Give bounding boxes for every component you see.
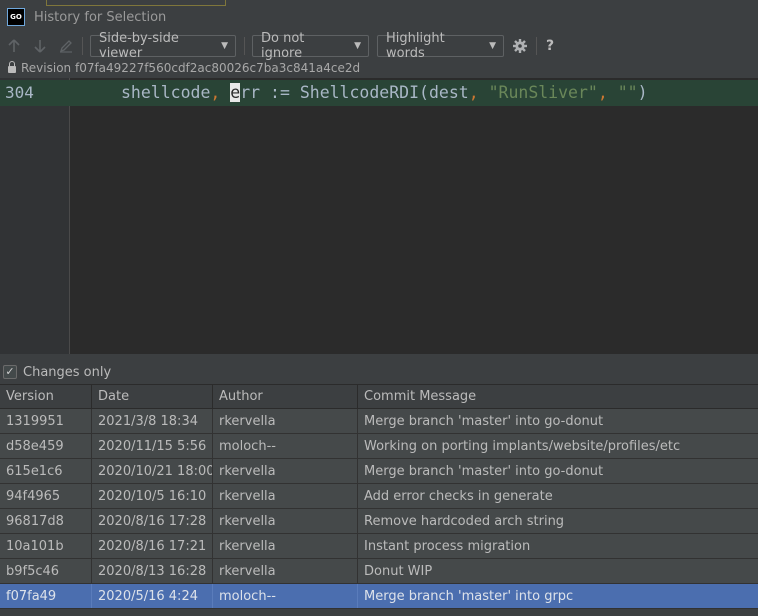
cell-commit-message: Merge branch 'master' into go-donut xyxy=(364,413,604,429)
viewer-mode-dropdown[interactable]: Side-by-side viewer ▼ xyxy=(90,31,236,61)
changes-only-label: Changes only xyxy=(23,364,112,380)
table-row[interactable]: f07fa49 2020/5/16 4:24 moloch-- Merge branc… xyxy=(0,584,758,609)
cell-version: 96817d8 xyxy=(0,509,92,533)
table-header: Version Date Author Commit Message xyxy=(0,384,758,409)
cell-commit-message: Merge branch 'master' into go-donut xyxy=(364,463,604,479)
cell-commit-message: Remove hardcoded arch string xyxy=(364,513,565,529)
edit-icon[interactable] xyxy=(58,38,74,54)
text-cursor: e xyxy=(230,83,241,102)
cell-date: 2020/10/5 16:10 xyxy=(92,484,213,508)
arrow-down-icon[interactable] xyxy=(32,38,48,54)
table-row[interactable]: 94f4965 2020/10/5 16:10 rkervella Add error… xyxy=(0,484,758,509)
highlight-mode-dropdown[interactable]: Highlight words ▼ xyxy=(377,31,504,61)
code-line[interactable]: shellcode, err := ShellcodeRDI(dest, "Ru… xyxy=(121,83,648,102)
code-token: , xyxy=(210,83,221,102)
lock-icon xyxy=(8,61,16,73)
code-token: , xyxy=(597,83,608,102)
cell-version: d58e459 xyxy=(0,434,92,458)
line-gutter xyxy=(0,78,70,354)
cell-date: 2020/11/15 5:56 xyxy=(92,434,213,458)
table-row[interactable]: b9f5c46 2020/8/13 16:28 rkervella Donut WIP xyxy=(0,559,758,584)
chevron-down-icon: ▼ xyxy=(221,41,228,51)
table-body: 1319951 2021/3/8 18:34 rkervella Merge bran… xyxy=(0,409,758,609)
cell-date: 2020/8/13 16:28 xyxy=(92,559,213,583)
cell-date: 2020/5/16 4:24 xyxy=(92,584,213,608)
code-token: ) xyxy=(637,83,648,102)
toolbar-separator xyxy=(82,37,83,55)
column-header-author[interactable]: Author xyxy=(213,385,358,408)
table-row[interactable]: 10a101b 2020/8/16 17:21 rkervella Instant p… xyxy=(0,534,758,559)
cell-author: moloch-- xyxy=(213,434,358,458)
cell-author: rkervella xyxy=(213,559,358,583)
cell-author: rkervella xyxy=(213,484,358,508)
help-icon[interactable]: ? xyxy=(542,38,558,54)
string-literal: "RunSliver" xyxy=(488,83,598,102)
cell-version: f07fa49 xyxy=(0,584,92,608)
table-row[interactable]: d58e459 2020/11/15 5:56 moloch-- Working on… xyxy=(0,434,758,459)
table-row[interactable]: 96817d8 2020/8/16 17:28 rkervella Remove ha… xyxy=(0,509,758,534)
chevron-down-icon: ▼ xyxy=(489,41,496,51)
cell-author: moloch-- xyxy=(213,584,358,608)
revision-bar: Revision f07fa49227f560cdf2ac80026c7ba3c… xyxy=(0,58,758,78)
cell-commit-message: Instant process migration xyxy=(364,538,531,554)
table-row[interactable]: 1319951 2021/3/8 18:34 rkervella Merge bran… xyxy=(0,409,758,434)
cell-date: 2020/8/16 17:28 xyxy=(92,509,213,533)
title-bar: GO History for Selection xyxy=(0,0,758,34)
ignore-whitespace-dropdown[interactable]: Do not ignore ▼ xyxy=(252,31,369,61)
cell-author: rkervella xyxy=(213,409,358,433)
cell-version: 10a101b xyxy=(0,534,92,558)
changes-only-toggle[interactable]: ✓ Changes only xyxy=(0,360,758,384)
code-token: rr := ShellcodeRDI(dest xyxy=(240,83,469,102)
revision-label: Revision f07fa49227f560cdf2ac80026c7ba3c… xyxy=(21,61,361,75)
cell-date: 2020/8/16 17:21 xyxy=(92,534,213,558)
cell-author: rkervella xyxy=(213,534,358,558)
cell-commit-message: Working on porting implants/website/prof… xyxy=(364,438,681,454)
toolbar-separator xyxy=(536,37,537,55)
window-title: History for Selection xyxy=(34,9,167,25)
cell-commit-message: Donut WIP xyxy=(364,563,433,579)
history-table: Version Date Author Commit Message 13199… xyxy=(0,384,758,616)
code-editor[interactable]: 304 shellcode, err := ShellcodeRDI(dest,… xyxy=(0,78,758,354)
table-row[interactable]: 615e1c6 2020/10/21 18:00 rkervella Merge br… xyxy=(0,459,758,484)
column-header-date[interactable]: Date xyxy=(92,385,213,408)
cell-date: 2020/10/21 18:00 xyxy=(92,459,213,483)
cell-commit-message: Add error checks in generate xyxy=(364,488,553,504)
string-literal: "" xyxy=(617,83,638,102)
changes-only-checkbox[interactable]: ✓ xyxy=(3,365,17,379)
highlight-mode-label: Highlight words xyxy=(386,31,445,61)
cell-author: rkervella xyxy=(213,459,358,483)
cell-version: 94f4965 xyxy=(0,484,92,508)
background-window-fragment xyxy=(46,0,226,6)
arrow-up-icon[interactable] xyxy=(6,38,22,54)
code-token: , xyxy=(468,83,479,102)
ignore-mode-label: Do not ignore xyxy=(261,31,305,61)
column-header-commit-message[interactable]: Commit Message xyxy=(358,385,758,408)
gear-icon[interactable] xyxy=(512,38,528,54)
cell-date: 2021/3/8 18:34 xyxy=(92,409,213,433)
cell-version: 615e1c6 xyxy=(0,459,92,483)
code-token: shellcode xyxy=(121,83,211,102)
cell-version: b9f5c46 xyxy=(0,559,92,583)
line-number: 304 xyxy=(5,83,34,102)
diff-toolbar: Side-by-side viewer ▼ Do not ignore ▼ Hi… xyxy=(0,31,758,61)
cell-author: rkervella xyxy=(213,509,358,533)
cell-commit-message: Merge branch 'master' into grpc xyxy=(364,588,574,604)
toolbar-separator xyxy=(244,37,245,55)
cell-version: 1319951 xyxy=(0,409,92,433)
column-header-version[interactable]: Version xyxy=(0,385,92,408)
viewer-mode-label: Side-by-side viewer xyxy=(99,31,179,61)
chevron-down-icon: ▼ xyxy=(354,41,361,51)
goland-app-icon: GO xyxy=(7,8,25,26)
